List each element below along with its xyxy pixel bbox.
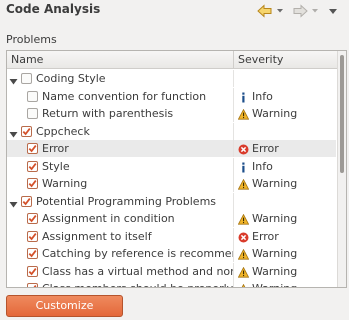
name-cell: Class members should be properly initial… — [7, 280, 234, 287]
row-checkbox[interactable] — [27, 283, 38, 287]
severity-label: Warning — [252, 264, 298, 278]
warning-icon — [237, 248, 250, 260]
row-label: Name convention for function — [42, 89, 207, 103]
row-checkbox[interactable] — [27, 108, 38, 119]
tree-group-row[interactable]: Coding Style — [7, 70, 336, 87]
back-menu-chevron-icon[interactable] — [276, 3, 286, 19]
tree-group-row[interactable]: Potential Programming Problems — [7, 192, 336, 210]
forward-menu-chevron-icon[interactable] — [311, 3, 321, 19]
row-checkbox[interactable] — [27, 230, 38, 242]
scrollbar-thumb[interactable] — [340, 55, 344, 173]
name-cell: Style — [7, 157, 234, 175]
row-checkbox[interactable] — [27, 178, 38, 189]
row-label: Warning — [42, 177, 88, 190]
row-label: Error — [42, 142, 69, 155]
column-header-name[interactable]: Name — [7, 51, 234, 69]
severity-label: Error — [252, 229, 279, 243]
row-label: Cppcheck — [36, 124, 90, 138]
row-label: Potential Programming Problems — [36, 194, 217, 208]
back-arrow-icon[interactable] — [257, 3, 275, 19]
error-icon — [238, 231, 249, 242]
row-label: Class members should be properly initial… — [42, 280, 233, 287]
name-cell: Return with parenthesis — [7, 105, 234, 122]
row-label: Assignment in condition — [42, 212, 175, 225]
name-cell: Name convention for function — [7, 87, 234, 105]
view-title: Code Analysis — [6, 2, 101, 16]
tree-row[interactable]: Error Error — [7, 140, 336, 157]
severity-label: Warning — [252, 280, 297, 287]
severity-label: Warning — [252, 247, 298, 260]
tree-row[interactable]: Return with parenthesis Warning — [7, 105, 336, 122]
row-checkbox[interactable] — [27, 248, 38, 259]
row-checkbox[interactable] — [21, 73, 32, 84]
severity-label: Warning — [252, 107, 298, 120]
column-header-severity[interactable]: Severity — [234, 51, 337, 69]
tree-row[interactable]: Class members should be properly initial… — [7, 280, 336, 287]
name-cell: Coding Style — [7, 70, 234, 87]
tree-row[interactable]: Catching by reference is recommended Warn… — [7, 245, 336, 262]
vertical-scrollbar[interactable] — [337, 51, 346, 287]
problems-tree-table[interactable]: Name Severity Coding Style Name conventio… — [6, 50, 347, 288]
view-menu-chevron-icon[interactable] — [328, 3, 340, 19]
severity-label: Warning — [252, 212, 298, 225]
row-label: Catching by reference is recommended — [42, 247, 233, 260]
warning-icon — [237, 266, 250, 278]
name-cell: Potential Programming Problems — [7, 192, 234, 210]
forward-arrow-icon[interactable] — [292, 3, 310, 19]
tree-row[interactable]: Style Info — [7, 157, 336, 175]
row-checkbox[interactable] — [27, 265, 38, 277]
name-cell: Catching by reference is recommended — [7, 245, 234, 262]
info-icon — [238, 161, 249, 172]
warning-icon — [238, 283, 249, 287]
row-label: Style — [42, 159, 70, 173]
severity-label: Warning — [252, 177, 298, 190]
severity-label: Info — [252, 89, 273, 103]
row-checkbox[interactable] — [27, 160, 38, 172]
view-header: Code Analysis — [0, 0, 349, 26]
row-checkbox[interactable] — [21, 125, 32, 137]
tree-row[interactable]: Assignment to itself Error — [7, 227, 336, 245]
tree-row[interactable]: Class has a virtual method and non-virtu… — [7, 262, 336, 280]
problems-label: Problems — [6, 33, 57, 46]
row-label: Coding Style — [36, 72, 106, 85]
name-cell: Cppcheck — [7, 122, 234, 140]
tree-row[interactable]: Warning Warning — [7, 175, 336, 192]
table-header: Name Severity — [7, 51, 346, 69]
name-cell: Error — [7, 140, 234, 157]
name-cell: Class has a virtual method and non-virtu… — [7, 262, 234, 280]
severity-label: Error — [252, 142, 279, 155]
expand-chevron-icon[interactable] — [9, 127, 18, 137]
row-checkbox[interactable] — [27, 90, 38, 102]
name-cell: Assignment in condition — [7, 210, 234, 227]
tree-group-row[interactable]: Cppcheck — [7, 122, 336, 140]
row-label: Return with parenthesis — [42, 107, 174, 120]
tree-row[interactable]: Assignment in condition Warning — [7, 210, 336, 227]
warning-icon — [237, 108, 250, 120]
warning-icon — [237, 213, 250, 225]
info-icon — [238, 91, 249, 102]
customize-selected-button[interactable]: Customize Selected... — [6, 295, 123, 320]
row-checkbox[interactable] — [21, 195, 32, 207]
tree-row[interactable]: Name convention for function Info — [7, 87, 336, 105]
warning-icon — [237, 178, 250, 190]
severity-label: Info — [252, 159, 273, 173]
row-label: Class has a virtual method and non-virtu… — [42, 264, 233, 278]
row-checkbox[interactable] — [27, 213, 38, 224]
error-icon — [238, 143, 249, 155]
name-cell: Assignment to itself — [7, 227, 234, 245]
expand-chevron-icon[interactable] — [9, 74, 18, 85]
expand-chevron-icon[interactable] — [9, 197, 18, 207]
name-cell: Warning — [7, 175, 234, 192]
row-label: Assignment to itself — [42, 229, 152, 243]
row-checkbox[interactable] — [27, 143, 38, 154]
